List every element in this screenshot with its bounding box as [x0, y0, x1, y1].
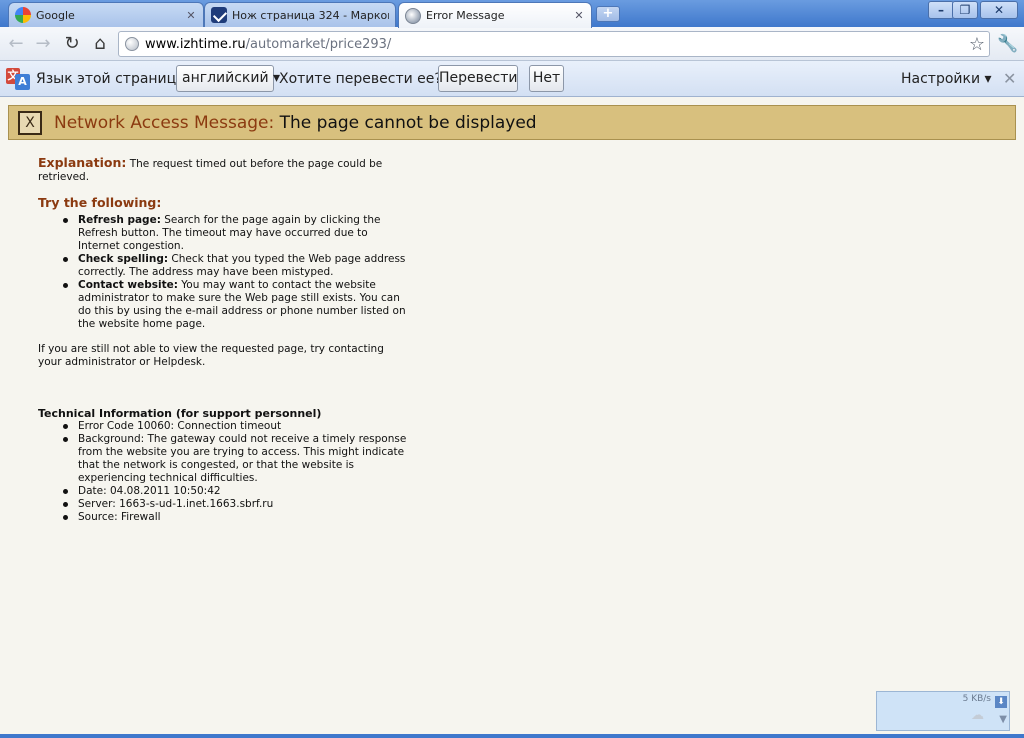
google-icon	[15, 7, 31, 23]
error-header: X Network Access Message: The page canno…	[8, 105, 1016, 140]
bookmark-star-icon[interactable]: ☆	[969, 34, 985, 55]
error-title: Network Access Message: The page cannot …	[54, 113, 537, 133]
translate-infobar: 文A Язык этой страницы английский ▾ Хотит…	[0, 61, 1024, 97]
tab-strip: Google ✕ Нож страница 324 - Марковс Erro…	[0, 0, 1024, 28]
tab-error-message[interactable]: Error Message ✕	[398, 2, 592, 28]
tab-title: Error Message	[426, 9, 505, 22]
address-bar[interactable]: www.izhtime.ru/automarket/price293/ ☆	[118, 31, 990, 57]
download-icon[interactable]: ⬇	[995, 696, 1007, 708]
language-dropdown[interactable]: английский ▾	[176, 65, 280, 92]
reload-button[interactable]: ↻	[61, 33, 83, 55]
mail-icon	[211, 7, 227, 23]
page-language-label: Язык этой страницы	[36, 71, 188, 87]
forward-button[interactable]: →	[32, 33, 54, 55]
new-tab-button[interactable]: +	[596, 6, 620, 22]
wrench-icon[interactable]: 🔧	[997, 33, 1019, 55]
list-item: Error Code 10060: Connection timeout	[63, 420, 410, 433]
suggestion-title: Check spelling:	[78, 253, 169, 265]
minimize-button[interactable]: –	[928, 1, 954, 19]
tab-google[interactable]: Google ✕	[8, 2, 204, 27]
tab-close-icon[interactable]: ✕	[185, 9, 197, 22]
tab-mail[interactable]: Нож страница 324 - Марковс	[204, 2, 396, 27]
translate-question: Хотите перевести ее?	[279, 71, 442, 87]
explanation: Explanation: The request timed out befor…	[38, 156, 410, 184]
tab-close-icon[interactable]: ✕	[573, 9, 585, 22]
error-message: The page cannot be displayed	[279, 113, 537, 133]
list-item: Refresh page: Search for the page again …	[63, 214, 410, 253]
download-speed-widget[interactable]: 5 KB/s ☁ ⬇ ▼	[876, 691, 1010, 731]
speed-readout: 5 KB/s	[962, 694, 991, 704]
tech-heading: Technical Information (for support perso…	[38, 407, 322, 420]
error-content: Explanation: The request timed out befor…	[38, 156, 410, 524]
error-label: Network Access Message:	[54, 113, 275, 133]
no-button[interactable]: Нет	[529, 65, 564, 92]
cloud-icon: ☁	[971, 708, 984, 723]
suggestion-list: Refresh page: Search for the page again …	[63, 214, 410, 331]
suggestion-title: Refresh page:	[78, 214, 161, 226]
try-heading: Try the following:	[38, 195, 162, 210]
tab-title: Google	[36, 8, 75, 22]
error-x-icon: X	[18, 111, 42, 135]
list-item: Server: 1663-s-ud-1.inet.1663.sbrf.ru	[63, 498, 410, 511]
url-host: www.izhtime.ru	[145, 36, 246, 52]
still-text: If you are still not able to view the re…	[38, 343, 384, 368]
tab-title: Нож страница 324 - Марковс	[232, 8, 389, 22]
tech-list: Error Code 10060: Connection timeout Bac…	[63, 420, 410, 524]
list-item: Background: The gateway could not receiv…	[63, 433, 410, 485]
list-item: Source: Firewall	[63, 511, 410, 524]
url-path: /automarket/price293/	[245, 36, 392, 52]
close-icon[interactable]: ✕	[1003, 69, 1016, 88]
home-button[interactable]: ⌂	[89, 33, 111, 55]
explanation-label: Explanation:	[38, 155, 127, 170]
translate-icon: 文A	[6, 68, 30, 90]
translate-settings-menu[interactable]: Настройки ▾	[901, 71, 992, 87]
globe-icon	[125, 37, 139, 51]
globe-icon	[405, 7, 421, 24]
list-item: Contact website: You may want to contact…	[63, 279, 410, 331]
list-item: Date: 04.08.2011 10:50:42	[63, 485, 410, 498]
chevron-down-icon[interactable]: ▼	[999, 714, 1007, 725]
back-button[interactable]: ←	[5, 33, 27, 55]
suggestion-title: Contact website:	[78, 279, 178, 291]
translate-button[interactable]: Перевести	[438, 65, 518, 92]
restore-button[interactable]: ❐	[952, 1, 978, 19]
close-window-button[interactable]: ✕	[980, 1, 1018, 19]
browser-toolbar: ← → ↻ ⌂ www.izhtime.ru/automarket/price2…	[0, 27, 1024, 61]
list-item: Check spelling: Check that you typed the…	[63, 253, 410, 279]
window-bottom-border	[0, 734, 1024, 738]
